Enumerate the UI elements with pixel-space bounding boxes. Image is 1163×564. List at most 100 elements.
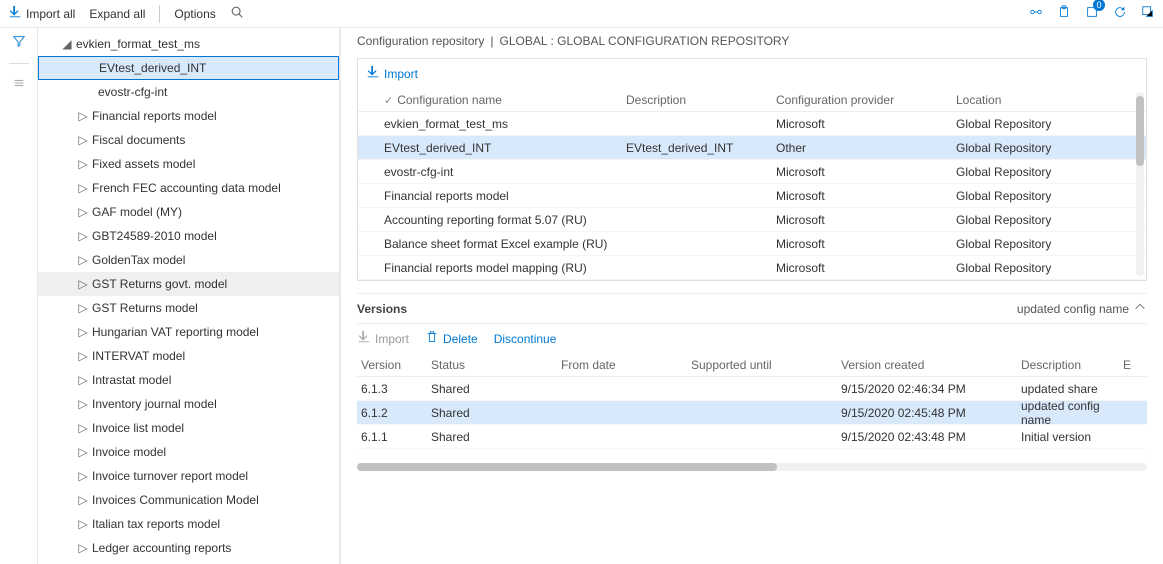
table-row[interactable]: 6.1.2 Shared 9/15/2020 02:45:48 PM updat… — [357, 401, 1147, 425]
chevron-right-icon[interactable]: ▷ — [76, 205, 90, 219]
chevron-right-icon[interactable]: ▷ — [76, 133, 90, 147]
cell-provider: Microsoft — [776, 213, 956, 227]
col-provider[interactable]: Configuration provider — [776, 93, 956, 107]
tree-item[interactable]: ▷Invoice model — [38, 440, 339, 464]
col-location[interactable]: Location — [956, 93, 1138, 107]
versions-delete-button[interactable]: Delete — [425, 330, 478, 347]
main-area: ◢evkien_format_test_msEVtest_derived_INT… — [0, 28, 1163, 564]
versions-subtitle: updated config name — [1017, 302, 1129, 316]
tree-item[interactable]: ▷GAF model (MY) — [38, 200, 339, 224]
tree-item[interactable]: ▷Inventory journal model — [38, 392, 339, 416]
table-row[interactable]: 6.1.1 Shared 9/15/2020 02:43:48 PM Initi… — [357, 425, 1147, 449]
chevron-right-icon[interactable]: ▷ — [76, 349, 90, 363]
tree-item[interactable]: ◢evkien_format_test_ms — [38, 32, 339, 56]
table-row[interactable]: evkien_format_test_ms Microsoft Global R… — [358, 112, 1146, 136]
chevron-right-icon[interactable]: ▷ — [76, 541, 90, 555]
chevron-right-icon[interactable]: ▷ — [76, 517, 90, 531]
expand-all-button[interactable]: Expand all — [89, 7, 145, 21]
chevron-right-icon[interactable]: ▷ — [76, 325, 90, 339]
col-status[interactable]: Status — [431, 358, 561, 372]
chevron-right-icon[interactable]: ▷ — [76, 157, 90, 171]
tree-label: Inventory journal model — [92, 397, 217, 411]
chevron-right-icon[interactable]: ▷ — [76, 373, 90, 387]
table-row[interactable]: Financial reports model Microsoft Global… — [358, 184, 1146, 208]
col-from-date[interactable]: From date — [561, 358, 691, 372]
popout-icon[interactable] — [1141, 5, 1155, 22]
chevron-right-icon[interactable]: ▷ — [76, 229, 90, 243]
table-row[interactable]: evostr-cfg-int Microsoft Global Reposito… — [358, 160, 1146, 184]
vertical-scrollbar[interactable] — [1136, 92, 1144, 276]
chevron-right-icon[interactable]: ▷ — [76, 469, 90, 483]
tree-item[interactable]: ▷Fiscal documents — [38, 128, 339, 152]
chevron-right-icon[interactable]: ▷ — [76, 493, 90, 507]
refresh-icon[interactable] — [1113, 5, 1127, 22]
top-toolbar: Import all Expand all Options — [0, 0, 1163, 28]
tree-item[interactable]: ▷Ledger accounting reports — [38, 536, 339, 560]
col-version-created[interactable]: Version created — [841, 358, 1021, 372]
tree-item[interactable]: ▷INTERVAT model — [38, 344, 339, 368]
cell-version: 6.1.3 — [361, 382, 431, 396]
tree-item[interactable]: ▷Hungarian VAT reporting model — [38, 320, 339, 344]
hscroll-thumb[interactable] — [357, 463, 777, 471]
tree-item[interactable]: ▷Italian tax reports model — [38, 512, 339, 536]
table-row[interactable]: Balance sheet format Excel example (RU) … — [358, 232, 1146, 256]
repo-import-button[interactable]: Import — [366, 65, 418, 82]
chevron-right-icon[interactable]: ▷ — [76, 181, 90, 195]
link-icon[interactable] — [1029, 5, 1043, 22]
versions-import-button[interactable]: Import — [357, 330, 409, 347]
notification-icon[interactable] — [1085, 5, 1099, 22]
tree-item[interactable]: ▷Intrastat model — [38, 368, 339, 392]
cell-config-name: EVtest_derived_INT — [366, 141, 626, 155]
tree-item[interactable]: ▷French FEC accounting data model — [38, 176, 339, 200]
chevron-up-icon[interactable] — [1133, 300, 1147, 317]
col-version-description[interactable]: Description — [1021, 358, 1123, 372]
chevron-right-icon[interactable]: ▷ — [76, 301, 90, 315]
table-row[interactable]: Financial reports model mapping (RU) Mic… — [358, 256, 1146, 280]
chevron-right-icon[interactable]: ▷ — [76, 253, 90, 267]
table-row[interactable]: EVtest_derived_INT EVtest_derived_INT Ot… — [358, 136, 1146, 160]
search-button[interactable] — [230, 5, 244, 22]
col-config-name[interactable]: Configuration name — [366, 93, 626, 107]
chevron-right-icon[interactable]: ▷ — [76, 445, 90, 459]
table-row[interactable]: 6.1.3 Shared 9/15/2020 02:46:34 PM updat… — [357, 377, 1147, 401]
versions-import-label: Import — [375, 332, 409, 346]
horizontal-scrollbar[interactable] — [357, 463, 1147, 471]
chevron-down-icon[interactable]: ◢ — [60, 37, 74, 51]
tree-item[interactable]: ▷GST Returns model — [38, 296, 339, 320]
tree-item[interactable]: ▷Financial reports model — [38, 104, 339, 128]
col-e[interactable]: E — [1123, 358, 1143, 372]
filter-icon[interactable] — [12, 34, 26, 51]
content-panel: Configuration repository | GLOBAL : GLOB… — [340, 28, 1163, 564]
versions-section: Versions updated config name Import Dele… — [357, 293, 1147, 449]
scroll-thumb[interactable] — [1136, 96, 1144, 166]
tree-item-selected[interactable]: EVtest_derived_INT — [38, 56, 339, 80]
tree-item[interactable]: ▷Letter of credit model — [38, 560, 339, 564]
tree-item[interactable]: ▷GoldenTax model — [38, 248, 339, 272]
tree-item[interactable]: ▷Invoice turnover report model — [38, 464, 339, 488]
tree-item[interactable]: ▷Invoices Communication Model — [38, 488, 339, 512]
tree-item[interactable]: ▷GBT24589-2010 model — [38, 224, 339, 248]
import-all-label: Import all — [26, 7, 75, 21]
versions-grid: Version Status From date Supported until… — [357, 353, 1147, 449]
tree-item[interactable]: evostr-cfg-int — [38, 80, 339, 104]
col-description[interactable]: Description — [626, 93, 776, 107]
chevron-right-icon[interactable]: ▷ — [76, 109, 90, 123]
chevron-right-icon[interactable]: ▷ — [76, 421, 90, 435]
chevron-right-icon[interactable]: ▷ — [76, 397, 90, 411]
tree-item[interactable]: ▷GST Returns govt. model — [38, 272, 339, 296]
repo-box: Import Configuration name Description Co… — [357, 58, 1147, 281]
options-button[interactable]: Options — [174, 7, 215, 21]
tree-item[interactable]: ▷Fixed assets model — [38, 152, 339, 176]
versions-discontinue-button[interactable]: Discontinue — [494, 330, 557, 347]
tree-label: Fiscal documents — [92, 133, 185, 147]
col-supported-until[interactable]: Supported until — [691, 358, 841, 372]
table-row[interactable]: Accounting reporting format 5.07 (RU) Mi… — [358, 208, 1146, 232]
tree-item[interactable]: ▷Invoice list model — [38, 416, 339, 440]
clipboard-icon[interactable] — [1057, 5, 1071, 22]
list-icon[interactable] — [12, 76, 26, 93]
col-version[interactable]: Version — [361, 358, 431, 372]
download-icon — [8, 5, 22, 22]
import-all-button[interactable]: Import all — [8, 5, 75, 22]
cell-provider: Microsoft — [776, 117, 956, 131]
chevron-right-icon[interactable]: ▷ — [76, 277, 90, 291]
